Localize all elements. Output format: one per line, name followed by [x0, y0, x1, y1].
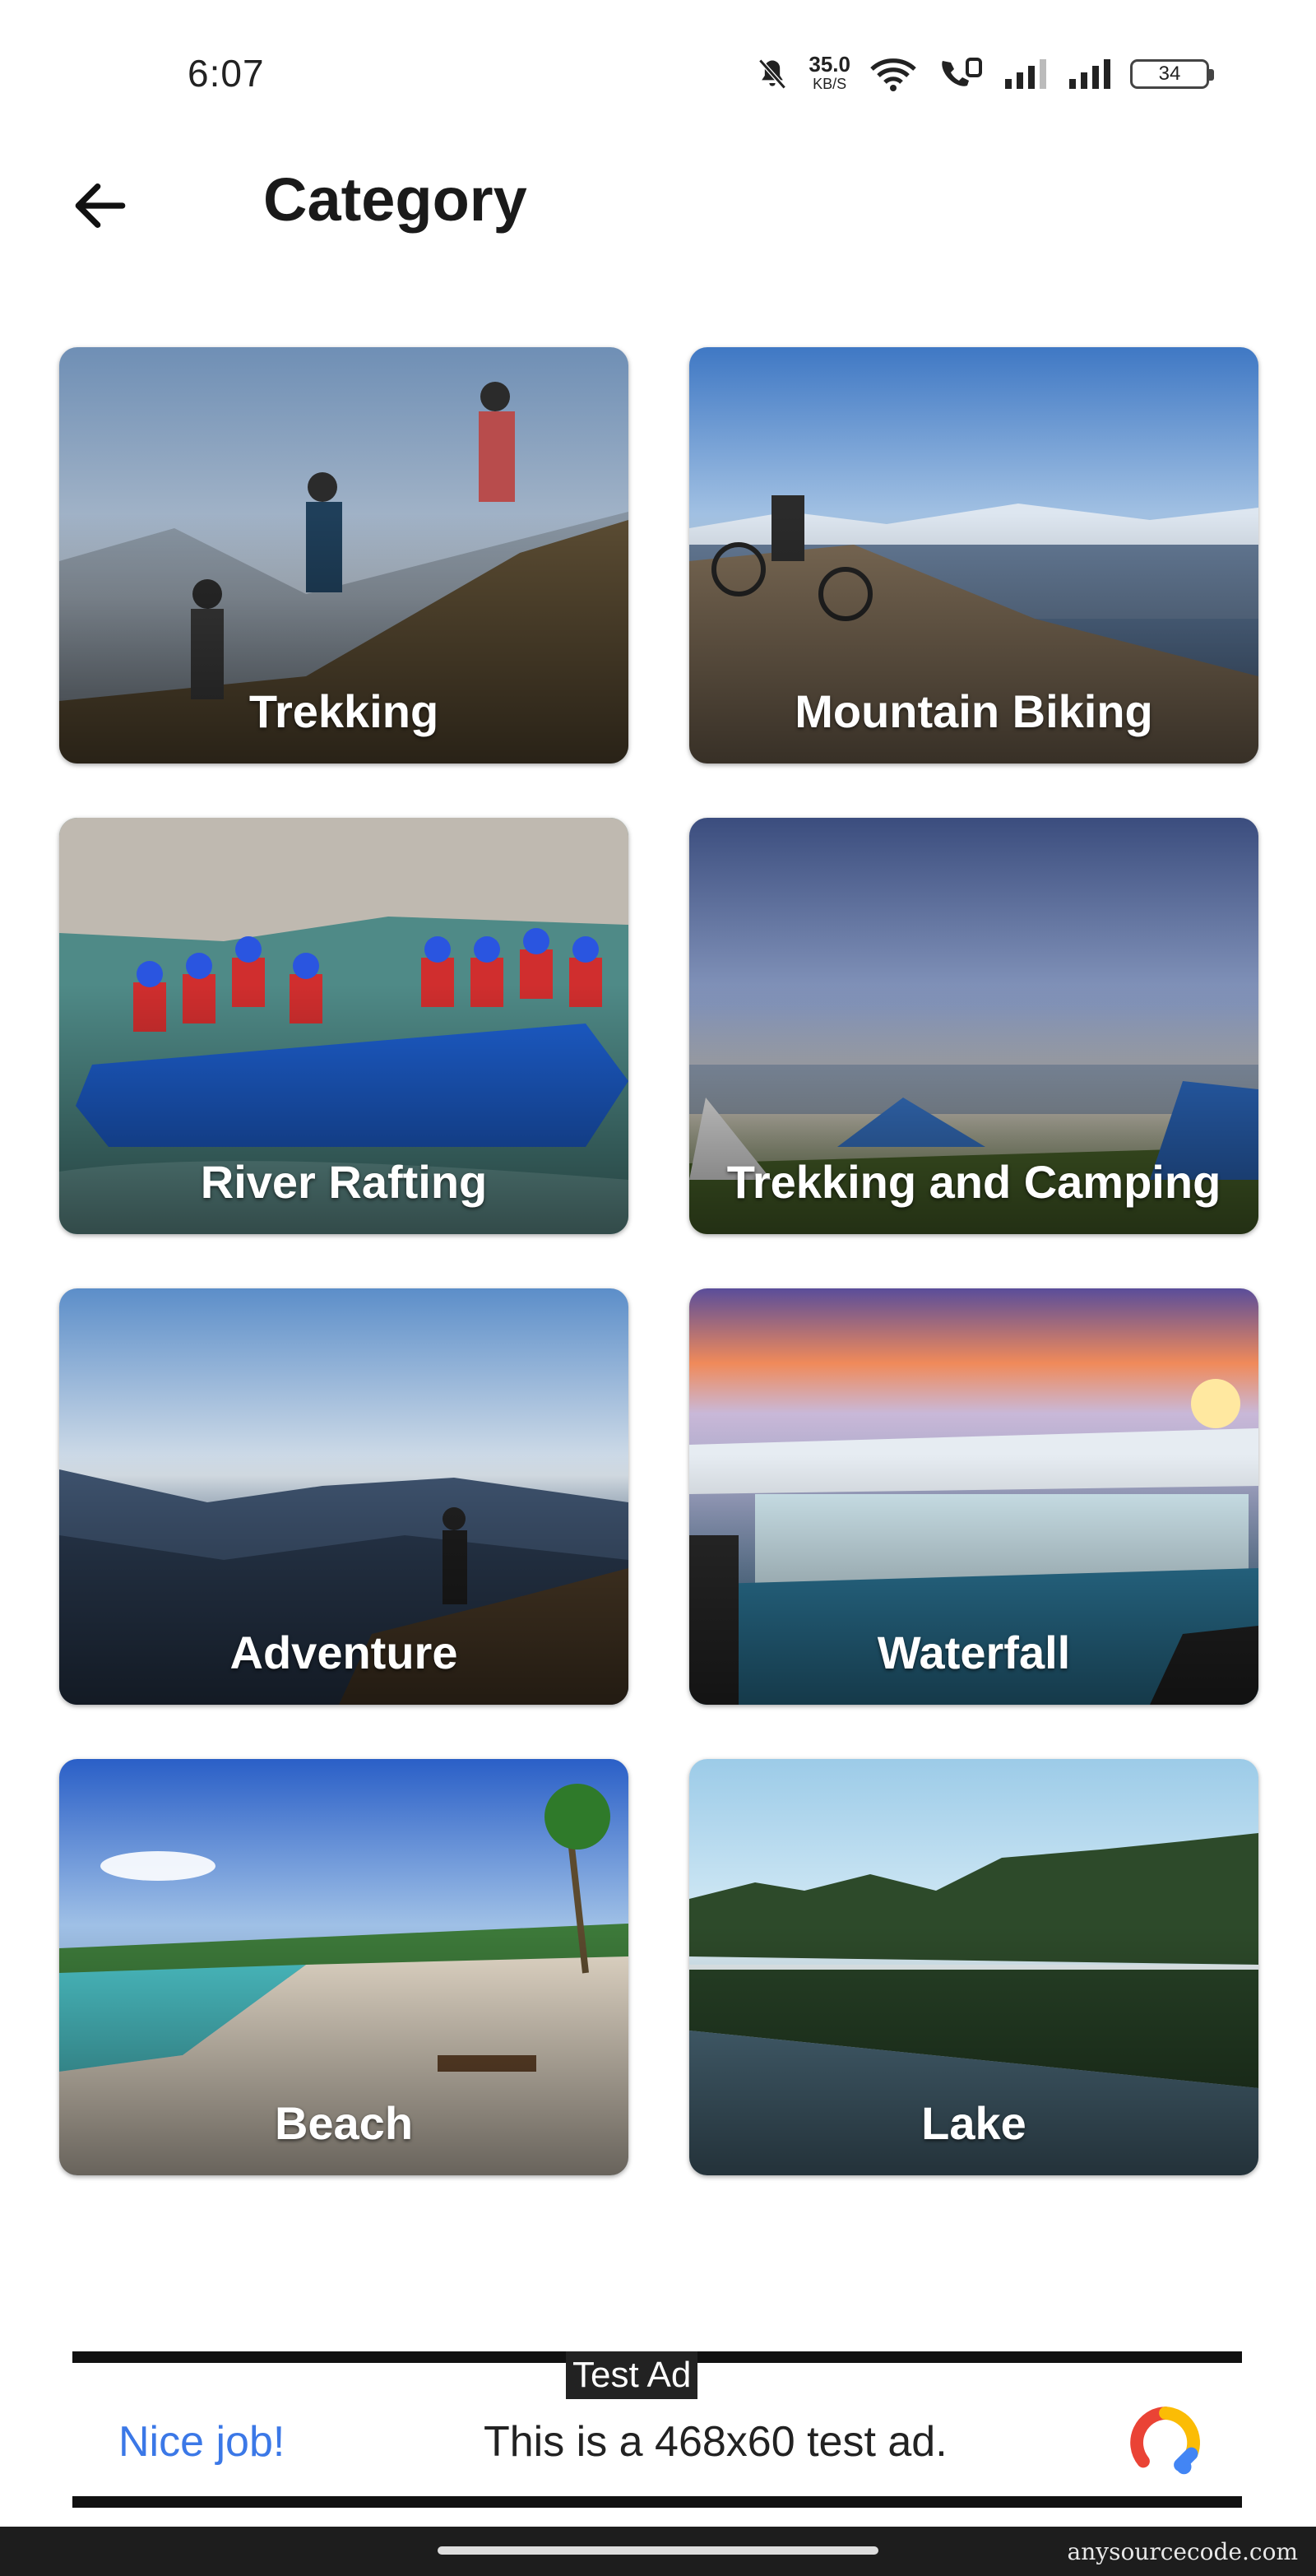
ad-banner[interactable]: Test Ad Nice job! This is a 468x60 test … — [72, 2351, 1242, 2508]
category-label: Beach — [274, 2097, 414, 2149]
system-nav-bar: anysourcecode.com — [0, 2527, 1316, 2576]
signal-icon-2 — [1069, 59, 1110, 89]
category-card-waterfall[interactable]: Waterfall — [689, 1288, 1258, 1705]
status-bar: 6:07 35.0 KB/S 34 — [0, 0, 1316, 132]
status-time: 6:07 — [188, 52, 265, 95]
ad-logo-icon — [1130, 2407, 1201, 2475]
ad-body-text: This is a 468x60 test ad. — [484, 2418, 948, 2466]
category-card-lake[interactable]: Lake — [689, 1759, 1258, 2175]
page-title: Category — [263, 165, 527, 234]
category-card-trekking[interactable]: Trekking — [59, 347, 628, 764]
home-gesture-handle[interactable] — [438, 2546, 878, 2555]
watermark: anysourcecode.com — [1067, 2538, 1298, 2565]
category-label: Trekking — [248, 685, 439, 737]
status-icons: 35.0 KB/S 34 — [754, 51, 1214, 97]
category-grid: Trekking Mountain Biking River Rafting T… — [59, 347, 1258, 2175]
volte-call-icon — [942, 58, 982, 86]
ad-headline[interactable]: Nice job! — [118, 2417, 285, 2467]
category-label: Adventure — [229, 1627, 458, 1678]
category-label: Waterfall — [877, 1627, 1071, 1678]
category-card-mountain-biking[interactable]: Mountain Biking — [689, 347, 1258, 764]
category-card-adventure[interactable]: Adventure — [59, 1288, 628, 1705]
ad-tag: Test Ad — [566, 2351, 698, 2399]
category-label: Trekking and Camping — [726, 1156, 1221, 1208]
mute-bell-icon — [758, 58, 787, 90]
back-button[interactable] — [59, 165, 141, 247]
category-card-trekking-and-camping[interactable]: Trekking and Camping — [689, 818, 1258, 1234]
arrow-left-icon — [75, 183, 126, 228]
category-card-beach[interactable]: Beach — [59, 1759, 628, 2175]
network-speed: 35.0 KB/S — [809, 52, 850, 92]
category-card-river-rafting[interactable]: River Rafting — [59, 818, 628, 1234]
category-label: Mountain Biking — [795, 685, 1153, 737]
battery-icon: 34 — [1130, 59, 1214, 89]
wifi-icon — [870, 58, 916, 91]
category-label: River Rafting — [200, 1156, 488, 1208]
category-label: Lake — [921, 2097, 1026, 2149]
signal-icon-1 — [1005, 59, 1046, 89]
